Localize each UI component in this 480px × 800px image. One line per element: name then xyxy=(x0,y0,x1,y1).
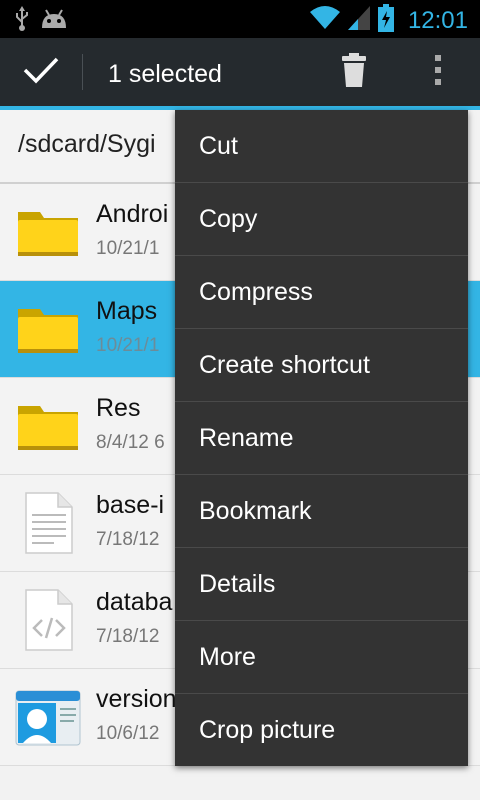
done-button[interactable] xyxy=(0,38,82,106)
current-path: /sdcard/Sygi xyxy=(18,130,156,158)
text-file-icon xyxy=(14,489,82,557)
folder-icon xyxy=(14,392,82,460)
file-meta: 10/21/1 xyxy=(96,335,160,356)
file-meta: 7/18/12 xyxy=(96,626,160,647)
action-bar-divider xyxy=(82,54,83,90)
menu-item-copy[interactable]: Copy xyxy=(175,183,468,256)
trash-icon xyxy=(341,52,367,92)
file-name: Androi xyxy=(96,200,169,228)
file-name: Res xyxy=(96,394,141,422)
file-meta: 7/18/12 xyxy=(96,529,160,550)
file-name: databa xyxy=(96,588,173,616)
folder-icon xyxy=(14,295,82,363)
menu-item-details[interactable]: Details xyxy=(175,548,468,621)
usb-icon xyxy=(14,6,30,37)
file-meta: 8/4/12 6 xyxy=(96,432,165,453)
xml-file-icon xyxy=(14,586,82,654)
signal-icon xyxy=(347,6,370,35)
wifi-icon xyxy=(309,6,340,35)
menu-item-rename[interactable]: Rename xyxy=(175,402,468,475)
selection-count: 1 selected xyxy=(108,60,222,88)
file-name: base-i xyxy=(96,491,165,519)
contact-card-icon xyxy=(14,683,82,751)
delete-button[interactable] xyxy=(322,38,386,106)
menu-item-create-shortcut[interactable]: Create shortcut xyxy=(175,329,468,402)
battery-charging-icon xyxy=(377,4,394,37)
clock: 12:01 xyxy=(407,6,468,34)
overflow-menu-button[interactable] xyxy=(406,38,470,106)
overflow-popup-menu: Cut Copy Compress Create shortcut Rename… xyxy=(175,110,468,766)
status-bar: 12:01 xyxy=(0,0,480,38)
file-meta: 10/21/1 xyxy=(96,238,160,259)
folder-icon xyxy=(14,198,82,266)
menu-item-compress[interactable]: Compress xyxy=(175,256,468,329)
android-icon xyxy=(40,8,68,35)
file-name: Maps xyxy=(96,297,158,325)
file-meta: 10/6/12 xyxy=(96,723,160,744)
check-icon xyxy=(23,56,59,89)
menu-item-bookmark[interactable]: Bookmark xyxy=(175,475,468,548)
action-bar: 1 selected xyxy=(0,38,480,110)
menu-item-crop-picture[interactable]: Crop picture xyxy=(175,694,468,766)
overflow-menu-icon xyxy=(433,54,443,91)
menu-item-more[interactable]: More xyxy=(175,621,468,694)
menu-item-cut[interactable]: Cut xyxy=(175,110,468,183)
file-name: version xyxy=(96,685,177,713)
